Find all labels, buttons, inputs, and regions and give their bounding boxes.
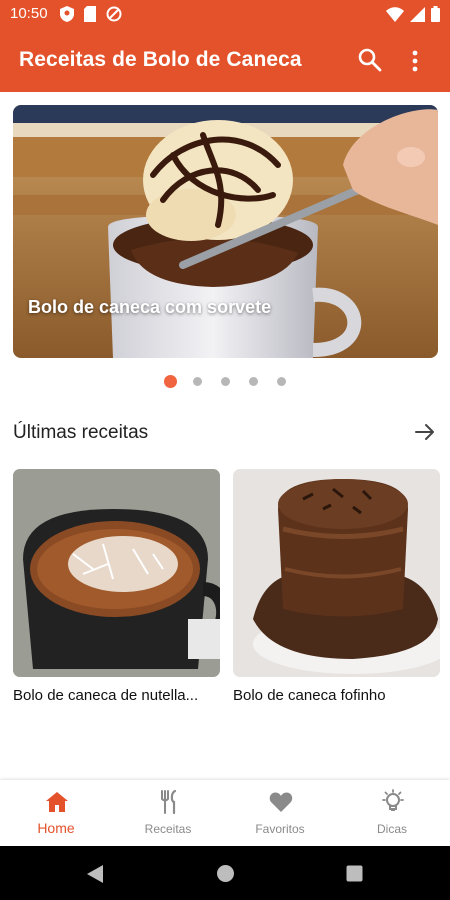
recents-icon[interactable] (346, 865, 363, 882)
status-notification-icons (60, 6, 122, 22)
carousel-dot-4[interactable] (249, 377, 258, 386)
heart-icon (269, 792, 293, 812)
arrow-right-icon (415, 424, 434, 440)
see-all-latest-button[interactable] (413, 420, 437, 444)
recipe-card-2[interactable]: Bolo de caneca fofinho (233, 469, 440, 704)
signal-icon (410, 6, 425, 22)
recipe-card-1[interactable]: Bolo de caneca de nutella... (13, 469, 220, 704)
latest-recipes-title: Últimas receitas (13, 422, 149, 443)
bottom-navigation: Home Receitas Favoritos Dicas (0, 780, 450, 846)
fork-knife-icon (161, 789, 177, 815)
featured-recipe-image (13, 105, 438, 358)
more-vert-icon (412, 50, 418, 72)
wifi-icon (386, 6, 404, 22)
system-navigation-bar (0, 846, 450, 900)
recipe-card-1-image (13, 469, 220, 677)
carousel-dot-2[interactable] (193, 377, 202, 386)
recipe-card-2-image (233, 469, 440, 677)
nav-tips-label: Dicas (376, 822, 407, 836)
carousel-dot-1[interactable] (164, 375, 177, 388)
home-circle-icon[interactable] (216, 864, 235, 883)
status-bar: 10:50 (0, 0, 450, 28)
carousel-dot-3[interactable] (221, 377, 230, 386)
nav-favorites-label: Favoritos (255, 822, 305, 836)
recipe-card-1-title: Bolo de caneca de nutella... (13, 687, 199, 704)
nav-tips[interactable]: Dicas (336, 780, 448, 846)
home-icon (46, 792, 68, 812)
search-button[interactable] (357, 47, 383, 73)
status-time: 10:50 (10, 5, 48, 22)
status-system-icons (386, 6, 440, 22)
nav-recipes[interactable]: Receitas (112, 780, 224, 846)
sd-card-icon (84, 6, 96, 22)
shield-icon (60, 6, 74, 22)
featured-carousel[interactable]: Bolo de caneca com sorvete (13, 105, 438, 358)
back-icon[interactable] (86, 864, 104, 884)
nav-home[interactable]: Home (0, 780, 112, 846)
nav-favorites[interactable]: Favoritos (224, 780, 336, 846)
app-title: Receitas de Bolo de Caneca (19, 48, 302, 71)
lightbulb-icon (382, 789, 404, 811)
carousel-dot-5[interactable] (277, 377, 286, 386)
more-options-button[interactable] (405, 48, 425, 74)
app-bar: Receitas de Bolo de Caneca (0, 28, 450, 92)
recipe-card-2-title: Bolo de caneca fofinho (233, 687, 386, 704)
nav-home-label: Home (37, 820, 75, 836)
nav-recipes-label: Receitas (144, 822, 192, 836)
carousel-indicator (0, 374, 450, 388)
battery-icon (431, 6, 440, 22)
carousel-slide-title: Bolo de caneca com sorvete (28, 297, 272, 317)
data-saver-icon (106, 6, 122, 22)
search-icon (358, 48, 382, 72)
